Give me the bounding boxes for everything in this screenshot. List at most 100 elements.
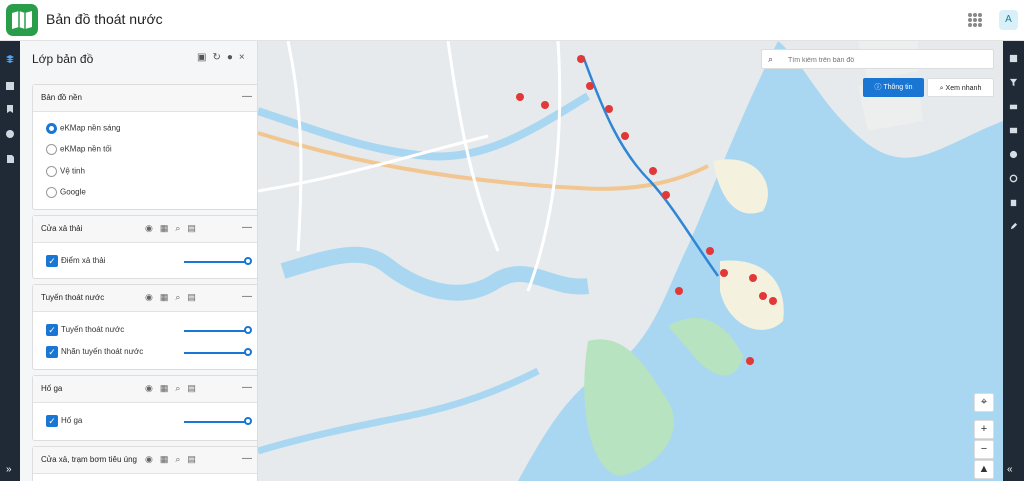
layer-panel-title: Lớp bản đồ bbox=[32, 52, 94, 66]
search-icon[interactable]: ⌕ bbox=[175, 454, 180, 464]
collapse-icon[interactable]: — bbox=[242, 453, 252, 464]
manhole-section: Hố ga ◉ ▦ ⌕ ▤ — ✓ Hố ga bbox=[32, 375, 257, 441]
compass-icon: ▲ bbox=[978, 463, 990, 475]
app-header: Bản đồ thoát nước A bbox=[0, 0, 1024, 41]
plus-icon: + bbox=[980, 423, 988, 435]
opacity-slider[interactable] bbox=[184, 257, 252, 265]
crosshair-icon[interactable] bbox=[1009, 174, 1018, 183]
layer-toggle[interactable]: ✓ Hố ga bbox=[46, 415, 82, 427]
search-icon[interactable]: ⌕ bbox=[175, 223, 180, 233]
drainage-section: Tuyến thoát nước ◉ ▦ ⌕ ▤ — ✓ Tuyến thoát nước … bbox=[32, 284, 257, 370]
slider-handle[interactable] bbox=[244, 417, 252, 425]
search-input[interactable] bbox=[788, 52, 988, 68]
opacity-slider[interactable] bbox=[184, 348, 252, 356]
checkbox-icon[interactable]: ✓ bbox=[46, 324, 58, 336]
basemap-option[interactable]: eKMap nền sáng bbox=[46, 123, 121, 134]
info-button[interactable]: ⓘ Thông tin bbox=[863, 78, 924, 97]
edit-icon[interactable] bbox=[1009, 222, 1018, 231]
info-icon[interactable]: ▤ bbox=[187, 454, 196, 464]
left-toolbar: » bbox=[0, 41, 20, 481]
layer-toggle[interactable]: ✓ Tuyến thoát nước bbox=[46, 324, 124, 336]
info-icon: ⓘ bbox=[874, 84, 884, 91]
radio-icon[interactable] bbox=[46, 144, 57, 155]
table-icon[interactable]: ▦ bbox=[160, 292, 169, 302]
section-tools: ◉ ▦ ⌕ ▤ bbox=[145, 292, 203, 303]
expand-panel-icon[interactable]: » bbox=[6, 464, 12, 475]
collapse-icon[interactable]: — bbox=[242, 382, 252, 393]
section-title: Hố ga bbox=[41, 384, 63, 393]
section-title: Tuyến thoát nước bbox=[41, 293, 105, 302]
eye-icon[interactable]: ◉ bbox=[145, 223, 153, 233]
compass-button[interactable]: ▲ bbox=[974, 460, 994, 479]
basemap-option[interactable]: eKMap nền tối bbox=[46, 144, 112, 155]
chart-icon[interactable] bbox=[5, 129, 15, 139]
section-title: Cửa xả thải bbox=[41, 224, 83, 233]
checkbox-icon[interactable]: ✓ bbox=[46, 415, 58, 427]
collapse-icon[interactable]: — bbox=[242, 91, 252, 102]
quick-view-button[interactable]: ⌕ Xem nhanh bbox=[927, 78, 994, 97]
refresh-icon[interactable]: ↻ bbox=[212, 52, 220, 63]
section-title: Cửa xả, trạm bơm tiêu úng bbox=[41, 455, 137, 464]
visibility-icon[interactable]: ● bbox=[227, 52, 233, 63]
save-icon[interactable]: ▣ bbox=[197, 52, 206, 63]
basemap-option[interactable]: Google bbox=[46, 187, 86, 198]
layer-toggle[interactable]: ✓ Điểm xả thải bbox=[46, 255, 105, 267]
opacity-slider[interactable] bbox=[184, 326, 252, 334]
locate-button[interactable]: ⌖ bbox=[974, 393, 994, 412]
zoom-in-button[interactable]: + bbox=[974, 420, 994, 439]
eye-icon[interactable]: ◉ bbox=[145, 383, 153, 393]
apps-grid-icon[interactable] bbox=[968, 13, 982, 27]
basemap-section: Bản đồ nền — eKMap nền sáng eKMap nền tối… bbox=[32, 84, 257, 210]
zoom-out-button[interactable]: − bbox=[974, 440, 994, 459]
basemap-option[interactable]: Vệ tinh bbox=[46, 166, 85, 177]
radio-selected-icon[interactable] bbox=[46, 123, 57, 134]
radio-icon[interactable] bbox=[46, 166, 57, 177]
map-view[interactable] bbox=[258, 41, 1003, 481]
info-icon[interactable]: ▤ bbox=[187, 383, 196, 393]
image-icon[interactable] bbox=[1009, 126, 1018, 135]
eye-icon[interactable]: ◉ bbox=[145, 454, 153, 464]
table-icon[interactable]: ▦ bbox=[160, 223, 169, 233]
collapse-icon[interactable]: — bbox=[242, 222, 252, 233]
panel-actions: ▣ ↻ ● × bbox=[197, 52, 251, 63]
checkbox-icon[interactable]: ✓ bbox=[46, 255, 58, 267]
eye-icon[interactable]: ◉ bbox=[145, 292, 153, 302]
layer-toggle[interactable]: ✓ Nhãn tuyến thoát nước bbox=[46, 346, 143, 358]
user-avatar[interactable]: A bbox=[999, 10, 1018, 30]
checklist-icon[interactable] bbox=[5, 81, 15, 91]
table-icon[interactable] bbox=[1009, 54, 1018, 63]
minus-icon: − bbox=[980, 443, 988, 455]
search-icon[interactable]: ⌕ bbox=[768, 54, 773, 65]
section-tools: ◉ ▦ ⌕ ▤ bbox=[145, 454, 203, 465]
shapes-icon[interactable] bbox=[1009, 150, 1018, 159]
section-tools: ◉ ▦ ⌕ ▤ bbox=[145, 223, 203, 234]
filter-icon[interactable] bbox=[1009, 78, 1018, 87]
outfall-section: Cửa xả thải ◉ ▦ ⌕ ▤ — ✓ Điểm xả thải bbox=[32, 215, 257, 279]
pump-section: Cửa xả, trạm bơm tiêu úng ◉ ▦ ⌕ ▤ — bbox=[32, 446, 257, 481]
layers-icon[interactable] bbox=[5, 54, 15, 64]
collapse-panel-icon[interactable]: « bbox=[1007, 464, 1013, 475]
search-icon[interactable]: ⌕ bbox=[175, 383, 180, 393]
bookmark-icon[interactable] bbox=[5, 104, 15, 114]
info-icon[interactable]: ▤ bbox=[187, 223, 196, 233]
table-icon[interactable]: ▦ bbox=[160, 454, 169, 464]
trash-icon[interactable] bbox=[1009, 198, 1018, 207]
map-search[interactable]: ⌕ bbox=[761, 49, 994, 69]
table-icon[interactable]: ▦ bbox=[160, 383, 169, 393]
print-icon[interactable] bbox=[1009, 102, 1018, 111]
section-tools: ◉ ▦ ⌕ ▤ bbox=[145, 383, 203, 394]
info-icon[interactable]: ▤ bbox=[187, 292, 196, 302]
radio-icon[interactable] bbox=[46, 187, 57, 198]
app-logo bbox=[6, 4, 38, 36]
slider-handle[interactable] bbox=[244, 257, 252, 265]
checkbox-icon[interactable]: ✓ bbox=[46, 346, 58, 358]
document-icon[interactable] bbox=[5, 154, 15, 164]
slider-handle[interactable] bbox=[244, 326, 252, 334]
search-icon[interactable]: ⌕ bbox=[175, 292, 180, 302]
collapse-icon[interactable]: — bbox=[242, 291, 252, 302]
layer-panel: Lớp bản đồ ▣ ↻ ● × Bản đồ nền — eKMap nền sá… bbox=[20, 41, 258, 481]
slider-handle[interactable] bbox=[244, 348, 252, 356]
opacity-slider[interactable] bbox=[184, 417, 252, 425]
right-toolbar: « bbox=[1003, 41, 1024, 481]
close-icon[interactable]: × bbox=[239, 52, 245, 63]
